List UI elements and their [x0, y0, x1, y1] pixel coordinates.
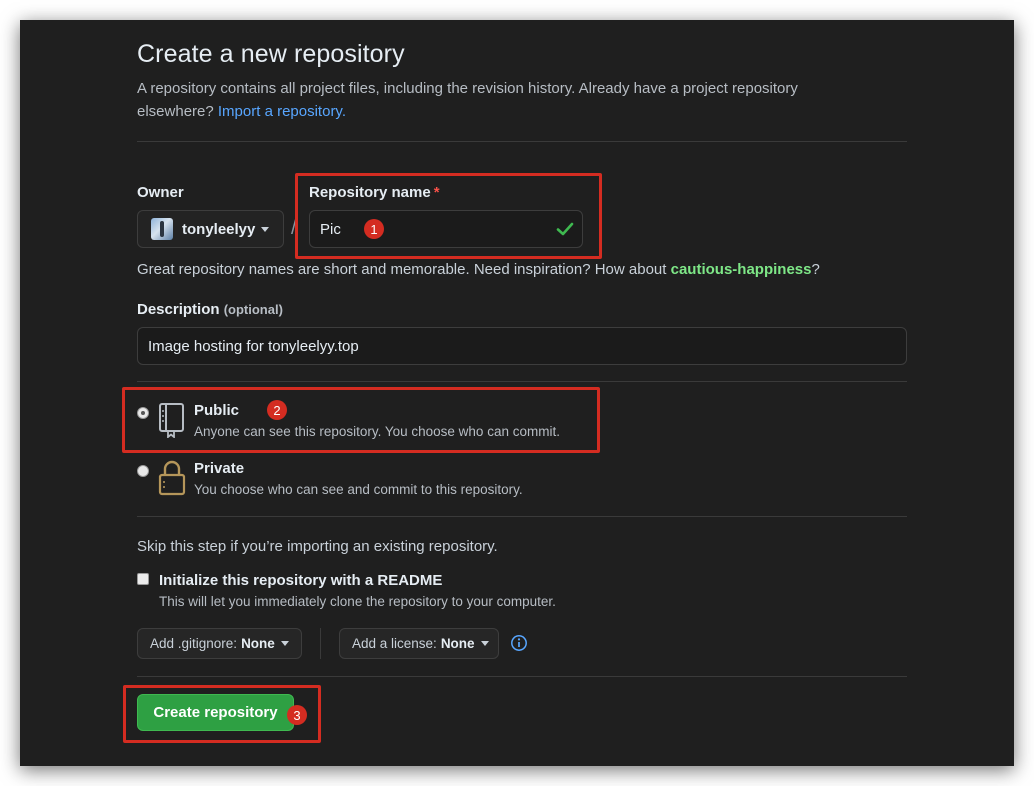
public-title: Public — [194, 402, 240, 419]
readme-description: This will let you immediately clone the … — [159, 594, 556, 609]
repo-name-label: Repository name * — [309, 184, 440, 201]
info-icon[interactable] — [510, 634, 528, 652]
name-suggestion[interactable]: cautious-happiness — [671, 261, 812, 278]
private-title: Private — [194, 460, 245, 477]
import-repository-link[interactable]: Import a repository. — [218, 103, 346, 120]
gitignore-label: Add .gitignore: — [150, 636, 238, 651]
description-value: Image hosting for tonyleelyy.top — [148, 337, 359, 355]
chevron-down-icon — [261, 226, 270, 232]
owner-label: Owner — [137, 184, 184, 201]
app-window: Create a new repository A repository con… — [20, 20, 1014, 766]
hint-suffix: ? — [811, 261, 820, 278]
license-value: None — [440, 636, 475, 651]
repo-book-icon — [159, 403, 184, 438]
divider — [137, 381, 907, 382]
readme-label[interactable]: Initialize this repository with a README — [159, 572, 442, 589]
description-input[interactable]: Image hosting for tonyleelyy.top — [137, 327, 907, 365]
annotation-badge-3: 3 — [287, 705, 307, 725]
repo-name-hint: Great repository names are short and mem… — [137, 261, 820, 278]
chevron-down-icon — [480, 641, 489, 646]
private-radio[interactable] — [137, 465, 149, 477]
skip-step-text: Skip this step if you’re importing an ex… — [137, 538, 498, 555]
repo-name-input[interactable]: Pic — [309, 210, 583, 248]
public-radio[interactable] — [137, 407, 149, 419]
hint-text: Great repository names are short and mem… — [137, 261, 667, 278]
lock-icon — [158, 460, 186, 496]
owner-value: tonyleelyy — [182, 220, 256, 238]
private-description: You choose who can see and commit to thi… — [194, 482, 523, 497]
public-description: Anyone can see this repository. You choo… — [194, 424, 560, 439]
description-label: Description (optional) — [137, 301, 283, 318]
page-title: Create a new repository — [137, 40, 405, 68]
avatar — [151, 218, 173, 240]
description-label-text: Description — [137, 301, 220, 318]
annotation-badge-1: 1 — [364, 219, 384, 239]
repo-name-value: Pic — [320, 220, 341, 238]
create-repository-button[interactable]: Create repository — [137, 694, 294, 731]
owner-select[interactable]: tonyleelyy — [137, 210, 284, 248]
page-subtitle: A repository contains all project files,… — [137, 77, 857, 123]
chevron-down-icon — [280, 641, 289, 646]
repo-name-label-text: Repository name — [309, 184, 431, 201]
divider — [320, 628, 321, 659]
readme-checkbox[interactable] — [137, 573, 149, 585]
gitignore-select[interactable]: Add .gitignore: None — [137, 628, 302, 659]
divider — [137, 516, 907, 517]
divider — [137, 676, 907, 677]
divider — [137, 141, 907, 142]
annotation-box-public — [122, 387, 600, 453]
license-select[interactable]: Add a license: None — [339, 628, 499, 659]
required-mark: * — [433, 184, 440, 201]
gitignore-value: None — [241, 636, 275, 651]
annotation-badge-2: 2 — [267, 400, 287, 420]
check-icon — [556, 222, 574, 236]
license-label: Add a license: — [352, 636, 437, 651]
optional-tag: (optional) — [223, 302, 283, 317]
